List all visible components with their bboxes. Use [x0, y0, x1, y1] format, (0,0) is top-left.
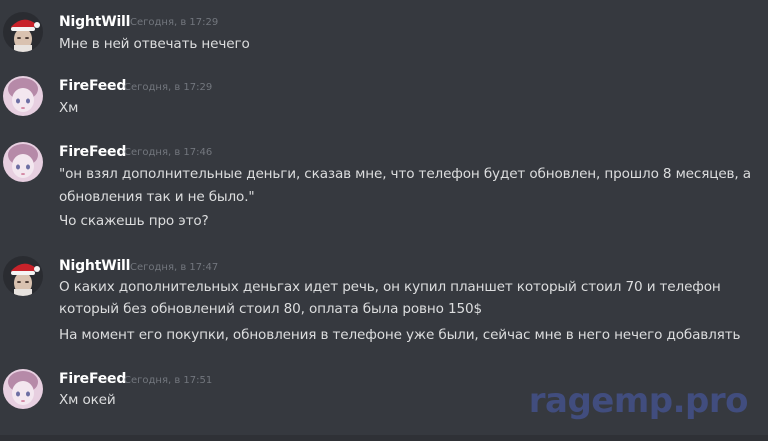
timestamp: Сегодня, в 17:29 — [124, 82, 213, 93]
author-name[interactable]: FireFeed — [59, 78, 126, 94]
avatar[interactable] — [3, 369, 43, 409]
santa-hat-avatar-icon — [3, 256, 43, 296]
avatar[interactable] — [3, 256, 43, 296]
timestamp: Сегодня, в 17:47 — [130, 262, 219, 273]
message-text: Мне в ней отвечать нечего — [59, 36, 250, 52]
message-text: "он взял дополнительные деньги, сказав м… — [59, 166, 751, 182]
timestamp: Сегодня, в 17:46 — [124, 147, 213, 158]
bottom-divider — [0, 435, 768, 441]
chat-log: NightWill Сегодня, в 17:29 Мне в ней отв… — [0, 0, 768, 441]
timestamp: Сегодня, в 17:29 — [130, 17, 219, 28]
message-text: На момент его покупки, обновления в теле… — [59, 327, 741, 343]
message-text: Хм окей — [59, 392, 116, 408]
author-name[interactable]: NightWill — [59, 258, 130, 274]
pink-girl-avatar-icon — [3, 142, 43, 182]
author-name[interactable]: NightWill — [59, 14, 130, 30]
message-text: который без обновлений стоил 80, оплата … — [59, 301, 482, 317]
message-text: Хм — [59, 100, 79, 116]
timestamp: Сегодня, в 17:51 — [124, 375, 213, 386]
watermark: ragemp.pro — [528, 381, 749, 421]
author-name[interactable]: FireFeed — [59, 371, 126, 387]
message-text: О каких дополнительных деньгах идет речь… — [59, 279, 721, 295]
pink-girl-avatar-icon — [3, 369, 43, 409]
avatar[interactable] — [3, 76, 43, 116]
pink-girl-avatar-icon — [3, 76, 43, 116]
avatar[interactable] — [3, 12, 43, 52]
author-name[interactable]: FireFeed — [59, 144, 126, 160]
message-text: обновления так и не было." — [59, 189, 255, 205]
message-text: Чо скажешь про это? — [59, 213, 209, 229]
santa-hat-avatar-icon — [3, 12, 43, 52]
avatar[interactable] — [3, 142, 43, 182]
